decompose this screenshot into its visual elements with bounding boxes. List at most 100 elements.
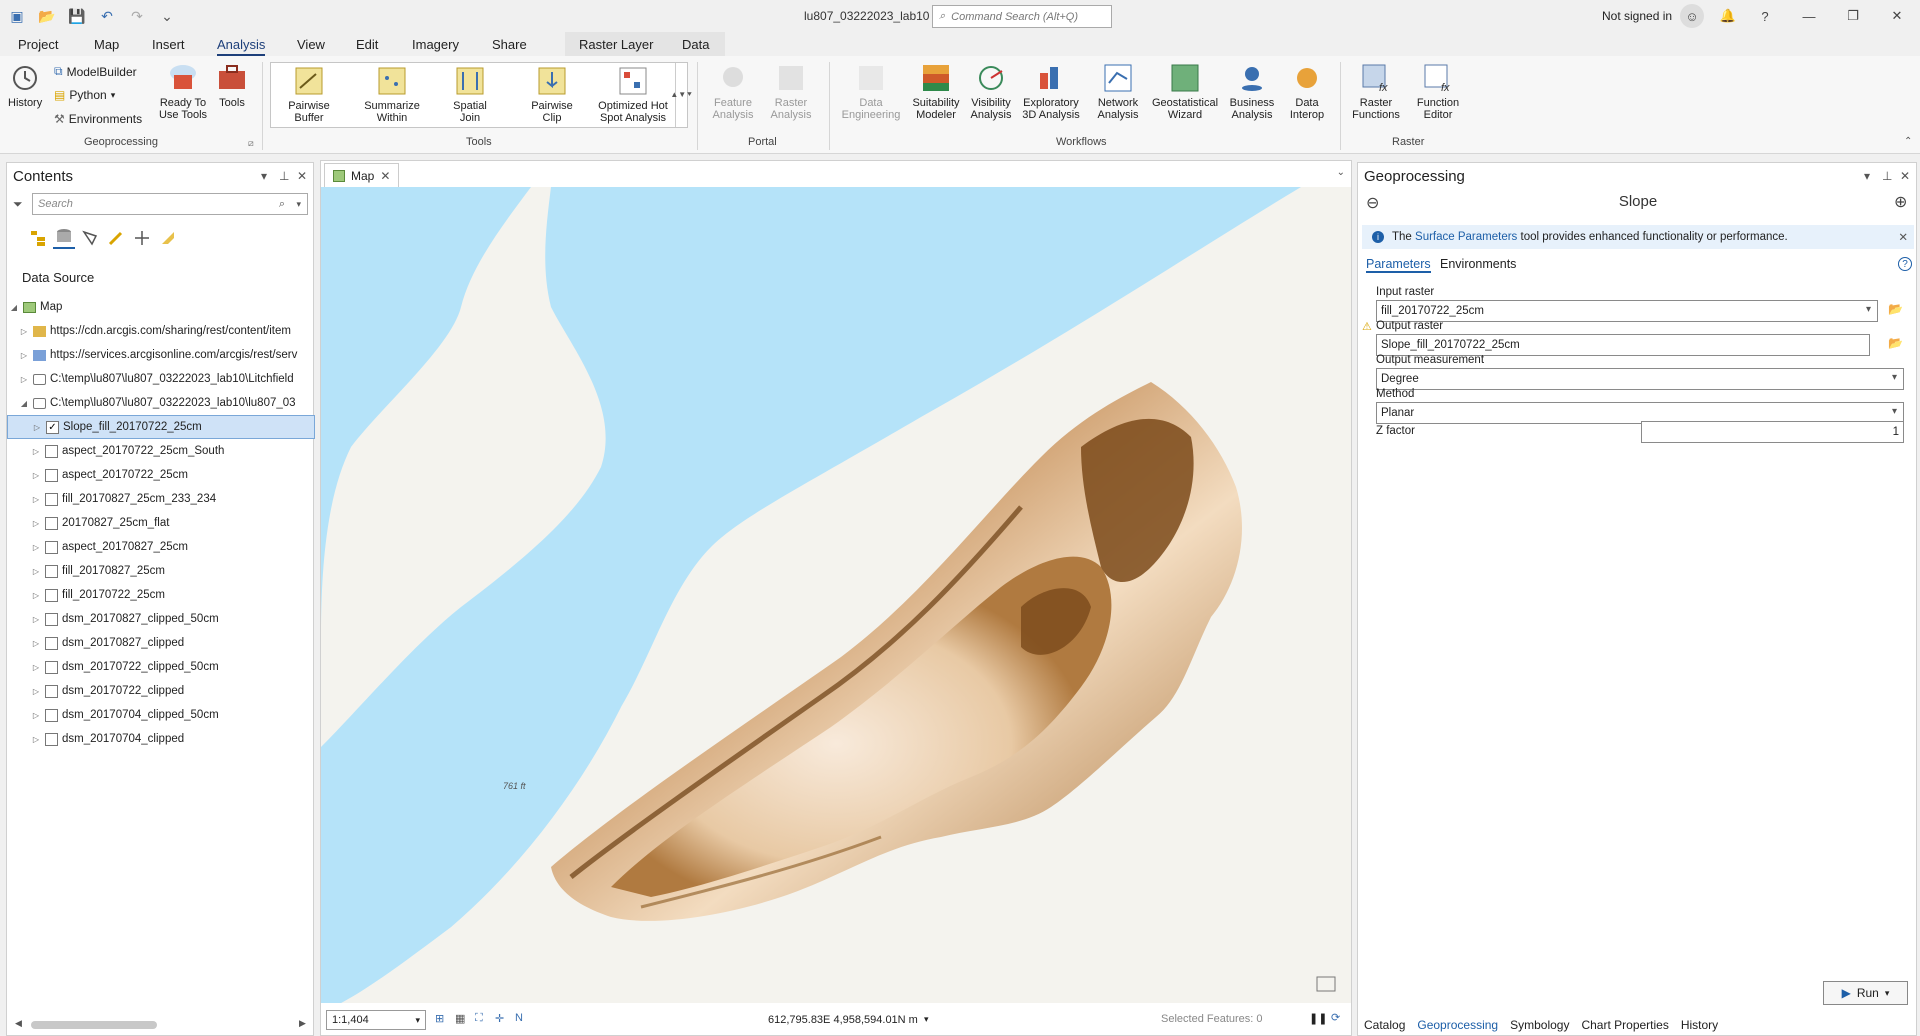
expand-arrow-icon[interactable]: ▷ [19,327,29,336]
data-interop-button[interactable]: Data Interop [1284,62,1330,121]
add-icon[interactable]: ⊕ [1894,192,1907,212]
network-analysis-button[interactable]: Network Analysis [1090,62,1146,121]
help-icon[interactable]: ? [1898,257,1912,271]
z-factor-input[interactable]: 1 [1641,421,1904,443]
close-banner-icon[interactable]: ✕ [1898,230,1908,244]
list-by-editing-icon[interactable] [105,227,127,249]
gallery-scroll[interactable]: ▲▼⯆ [670,63,693,127]
fixed-zoom-icon[interactable]: ⊞ [435,1012,444,1025]
tool-summarize-within[interactable]: Summarize Within [359,65,425,124]
snapping-icon[interactable]: ⛶ [475,1012,483,1025]
map-canvas[interactable]: 761 ft [321,187,1351,1003]
visibility-analysis-button[interactable]: Visibility Analysis [964,62,1018,121]
close-tab-icon[interactable]: ✕ [380,169,390,183]
command-search-input[interactable]: ⌕ Command Search (Alt+Q) [932,5,1112,28]
layer-visibility-checkbox[interactable] [45,732,58,746]
expand-arrow-icon[interactable]: ▷ [31,567,41,576]
list-by-data-source-icon[interactable] [53,227,75,249]
scroll-right-icon[interactable]: ▶ [299,1018,306,1029]
notifications-icon[interactable]: 🔔 [1715,4,1741,28]
tab-symbology[interactable]: Symbology [1510,1018,1569,1032]
tab-history[interactable]: History [1681,1018,1718,1032]
dialog-launcher-icon[interactable]: ⧄ [248,138,254,149]
horizontal-scrollbar[interactable] [31,1021,157,1029]
grid-icon[interactable]: ▦ [455,1012,465,1025]
layer-visibility-checkbox[interactable] [45,564,58,578]
tab-data[interactable]: Data [682,37,709,57]
tab-insert[interactable]: Insert [152,37,185,57]
save-icon[interactable]: 💾 [66,5,88,27]
business-analysis-button[interactable]: Business Analysis [1224,62,1280,121]
layer-visibility-checkbox[interactable] [45,708,58,722]
tab-raster-layer[interactable]: Raster Layer [579,37,653,57]
exploratory-3d-analysis-button[interactable]: Exploratory 3D Analysis [1016,62,1086,121]
expand-arrow-icon[interactable]: ▷ [31,471,41,480]
help-icon[interactable]: ? [1752,4,1778,28]
pane-options-icon[interactable]: ▾ [261,169,267,183]
expand-arrow-icon[interactable]: ▷ [31,615,41,624]
layer-row[interactable]: ▷ dsm_20170704_clipped [7,727,315,751]
layer-row[interactable]: ▷ dsm_20170722_clipped [7,679,315,703]
layer-row[interactable]: ▷ dsm_20170722_clipped_50cm [7,655,315,679]
expand-arrow-icon[interactable]: ▷ [32,423,42,432]
expand-arrow-icon[interactable]: ▷ [31,495,41,504]
sign-in-status[interactable]: Not signed in [1602,9,1672,23]
close-pane-icon[interactable]: ✕ [297,169,307,183]
layer-row[interactable]: ▷ dsm_20170827_clipped_50cm [7,607,315,631]
history-button[interactable]: History [8,62,42,109]
user-avatar-icon[interactable]: ☺ [1680,4,1704,28]
layer-row[interactable]: ▷ dsm_20170704_clipped_50cm [7,703,315,727]
geostatistical-wizard-button[interactable]: Geostatistical Wizard [1150,62,1220,121]
layer-visibility-checkbox[interactable] [45,468,58,482]
ready-to-use-tools-button[interactable]: Ready To Use Tools [158,62,208,121]
layer-row[interactable]: ▷ fill_20170827_25cm_233_234 [7,487,315,511]
expand-arrow-icon[interactable]: ▷ [31,663,41,672]
close-window-icon[interactable]: ✕ [1884,4,1910,28]
layer-row[interactable]: ▷ 20170827_25cm_flat [7,511,315,535]
expand-arrow-icon[interactable]: ▷ [19,375,29,384]
tab-edit[interactable]: Edit [356,37,378,57]
source-row[interactable]: ▷ C:\temp\lu807\lu807_03222023_lab10\Lit… [7,367,315,391]
scroll-left-icon[interactable]: ◀ [15,1018,22,1029]
pin-icon[interactable]: ⊥ [1882,169,1892,183]
layer-visibility-checkbox[interactable] [45,516,58,530]
contents-search-input[interactable]: Search ⌕ ▾ [32,193,308,215]
function-editor-button[interactable]: fx Function Editor [1410,62,1466,121]
layer-visibility-checkbox[interactable] [45,684,58,698]
list-by-labeling-icon[interactable] [157,227,179,249]
environments-button[interactable]: ⚒ Environments [54,112,142,126]
tab-project[interactable]: Project [18,37,58,57]
layer-visibility-checkbox[interactable] [45,660,58,674]
tab-environments[interactable]: Environments [1440,257,1516,271]
layer-visibility-checkbox[interactable] [45,492,58,506]
north-arrow-icon[interactable]: N [515,1012,523,1024]
tab-parameters[interactable]: Parameters [1366,257,1431,273]
layer-row[interactable]: ▷ aspect_20170722_25cm_South [7,439,315,463]
raster-functions-button[interactable]: fx Raster Functions [1348,62,1404,121]
tool-spatial-join[interactable]: Spatial Join [445,65,495,124]
tool-pairwise-clip[interactable]: Pairwise Clip [527,65,577,124]
source-row[interactable]: ▷ https://services.arcgisonline.com/arcg… [7,343,315,367]
undo-icon[interactable]: ↶ [96,5,118,27]
layer-row[interactable]: ▷ aspect_20170827_25cm [7,535,315,559]
list-by-selection-icon[interactable] [79,227,101,249]
redo-icon[interactable]: ↷ [126,5,148,27]
pane-options-icon[interactable]: ▾ [1864,169,1870,183]
layer-row[interactable]: ▷ aspect_20170722_25cm [7,463,315,487]
list-by-drawing-order-icon[interactable] [27,227,49,249]
chevron-down-icon[interactable]: ▾ [924,1014,929,1025]
expand-arrow-icon[interactable]: ▷ [31,639,41,648]
source-row[interactable]: ◢ C:\temp\lu807\lu807_03222023_lab10\lu8… [7,391,315,415]
pause-drawing-icon[interactable]: ❚❚ [1309,1012,1327,1025]
run-button[interactable]: ▶ Run ▾ [1823,981,1908,1005]
refresh-icon[interactable]: ⟳ [1331,1011,1340,1024]
tab-view[interactable]: View [297,37,325,57]
layer-visibility-checkbox[interactable] [45,540,58,554]
tab-share[interactable]: Share [492,37,527,57]
output-measurement-select[interactable]: Degree [1376,368,1904,390]
expand-arrow-icon[interactable]: ▷ [31,591,41,600]
restore-icon[interactable]: ❐ [1840,4,1866,28]
expand-arrow-icon[interactable]: ▷ [31,711,41,720]
customize-qat-icon[interactable]: ⌄ [156,5,178,27]
layer-visibility-checkbox[interactable] [45,612,58,626]
